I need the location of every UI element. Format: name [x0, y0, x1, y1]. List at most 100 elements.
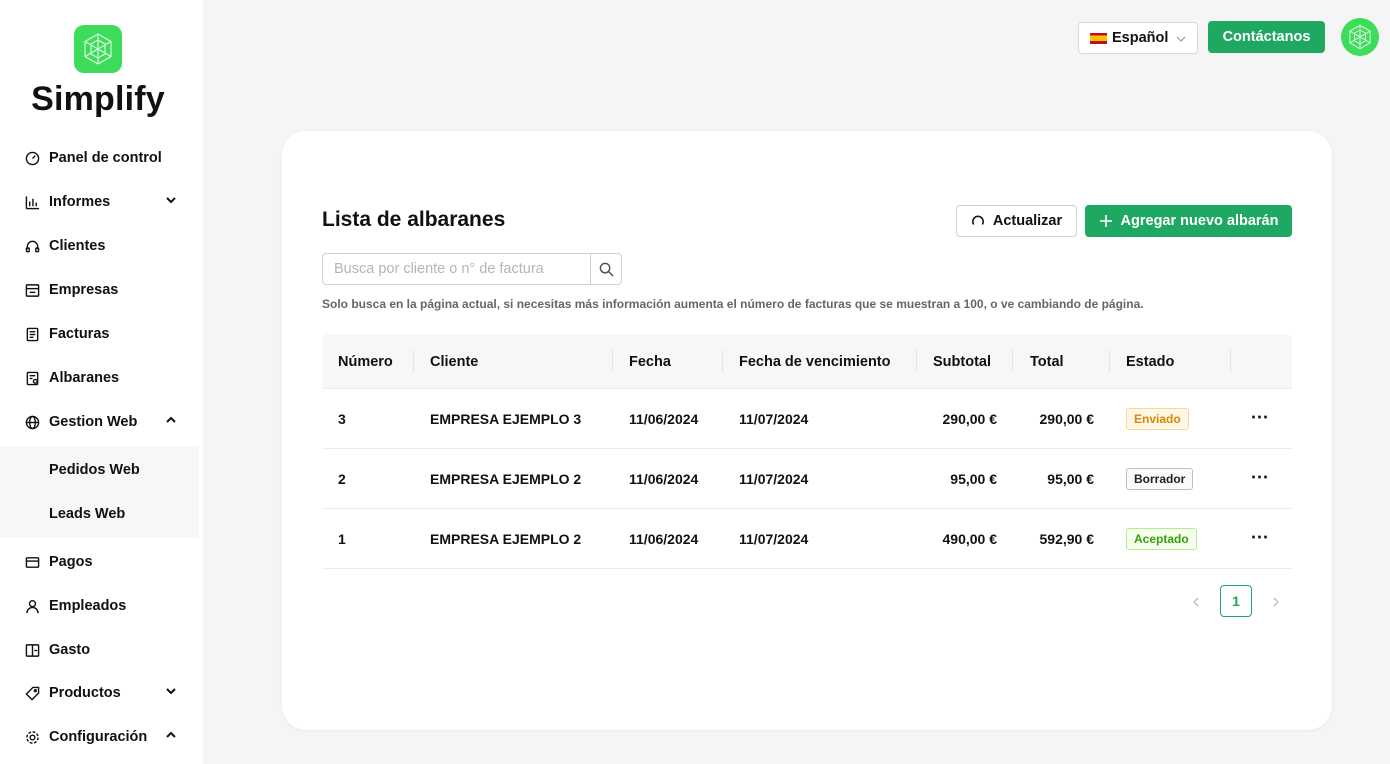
sidebar-item-panel-de-control[interactable]: Panel de control [0, 136, 199, 180]
gear-icon [24, 729, 40, 745]
add-delivery-note-button[interactable]: Agregar nuevo albarán [1085, 205, 1292, 237]
status-badge: Aceptado [1126, 528, 1197, 550]
search-button[interactable] [590, 253, 622, 285]
cell-total: 592,90 € [1039, 531, 1095, 547]
page-title: Lista de albaranes [322, 208, 506, 231]
sidebar-item-empresas[interactable]: Empresas [0, 268, 199, 312]
column-header-fecha[interactable]: Fecha [629, 334, 671, 389]
column-header-cliente[interactable]: Cliente [430, 334, 478, 389]
column-header-numero[interactable]: Número [338, 334, 393, 389]
bar-chart-icon [24, 194, 40, 210]
chevron-down-icon [166, 197, 176, 204]
add-label: Agregar nuevo albarán [1120, 213, 1279, 229]
globe-icon [24, 414, 40, 430]
sidebar-item-clientes[interactable]: Clientes [0, 224, 199, 268]
sidebar-item-label: Albaranes [49, 370, 120, 386]
column-separator [916, 350, 917, 372]
chevron-down-icon [166, 688, 176, 695]
sidebar-item-albaranes[interactable]: Albaranes [0, 356, 199, 400]
tag-icon [24, 685, 40, 701]
chevron-left-icon [1193, 597, 1199, 607]
column-separator [413, 350, 414, 372]
search-bar [322, 253, 622, 285]
sidebar-item-gasto[interactable]: Gasto [0, 628, 199, 672]
row-actions-button[interactable]: ⋯ [1250, 467, 1270, 487]
table-header: Número Cliente Fecha Fecha de vencimient… [322, 334, 1292, 389]
column-header-estado[interactable]: Estado [1126, 334, 1174, 389]
sidebar-item-label: Empresas [49, 282, 119, 298]
sidebar-item-leads-web[interactable]: Leads Web [0, 492, 199, 536]
sidebar-item-configuracion[interactable]: Configuración [0, 715, 199, 759]
plus-icon [1099, 214, 1113, 228]
sidebar-item-gestion-web[interactable]: Gestion Web [0, 400, 199, 444]
sidebar-item-label: Panel de control [49, 150, 162, 166]
cell-numero: 1 [338, 531, 346, 547]
app-logo [74, 25, 122, 73]
table-row[interactable]: 3 EMPRESA EJEMPLO 3 11/06/2024 11/07/202… [322, 389, 1292, 449]
column-header-total[interactable]: Total [1030, 334, 1064, 389]
user-icon [24, 598, 40, 614]
cell-total: 290,00 € [1039, 411, 1095, 427]
column-separator [612, 350, 613, 372]
column-separator [722, 350, 723, 372]
cell-subtotal: 490,00 € [942, 531, 998, 547]
column-separator [1109, 350, 1110, 372]
row-actions-button[interactable]: ⋯ [1250, 407, 1270, 427]
column-header-subtotal[interactable]: Subtotal [933, 334, 991, 389]
table-row[interactable]: 2 EMPRESA EJEMPLO 2 11/06/2024 11/07/202… [322, 449, 1292, 509]
cell-vencimiento: 11/07/2024 [739, 411, 809, 427]
sidebar-item-label: Pedidos Web [49, 462, 140, 478]
chevron-right-icon [1273, 597, 1279, 607]
sidebar-item-label: Pagos [49, 554, 93, 570]
main-card: Lista de albaranes Actualizar Agregar nu… [282, 131, 1332, 730]
cell-subtotal: 290,00 € [942, 411, 998, 427]
search-input[interactable] [322, 253, 591, 285]
chevron-down-icon [1176, 36, 1186, 42]
pagination-next-button[interactable] [1266, 592, 1286, 612]
cell-numero: 3 [338, 411, 346, 427]
sidebar-item-facturas[interactable]: Facturas [0, 312, 199, 356]
wallet-icon [24, 554, 40, 570]
refresh-button[interactable]: Actualizar [956, 205, 1077, 237]
cell-vencimiento: 11/07/2024 [739, 471, 809, 487]
sidebar-item-label: Productos [49, 685, 121, 701]
sidebar-item-label: Leads Web [49, 506, 126, 522]
sidebar-item-label: Clientes [49, 238, 106, 254]
search-hint: Solo busca en la página actual, si neces… [322, 297, 1144, 311]
spain-flag-icon [1090, 32, 1107, 44]
pagination-page[interactable]: 1 [1220, 585, 1252, 617]
cell-fecha: 11/06/2024 [629, 471, 699, 487]
sidebar-item-productos[interactable]: Productos [0, 671, 199, 715]
column-header-vencimiento[interactable]: Fecha de vencimiento [739, 334, 891, 389]
cell-total: 95,00 € [1047, 471, 1094, 487]
expense-icon [24, 642, 40, 658]
row-actions-button[interactable]: ⋯ [1250, 527, 1270, 547]
contact-button[interactable]: Contáctanos [1208, 21, 1325, 53]
column-separator [1012, 350, 1013, 372]
language-label: Español [1112, 30, 1169, 46]
table-row[interactable]: 1 EMPRESA EJEMPLO 2 11/06/2024 11/07/202… [322, 509, 1292, 569]
sidebar-item-label: Facturas [49, 326, 110, 342]
sidebar-item-pagos[interactable]: Pagos [0, 540, 199, 584]
headset-icon [24, 238, 40, 254]
dashboard-icon [24, 150, 40, 166]
cell-fecha: 11/06/2024 [629, 531, 699, 547]
shop-icon [24, 282, 40, 298]
cell-fecha: 11/06/2024 [629, 411, 699, 427]
cell-estado: Borrador [1126, 449, 1194, 509]
sidebar-item-informes[interactable]: Informes [0, 180, 199, 224]
cell-numero: 2 [338, 471, 346, 487]
avatar[interactable] [1341, 18, 1379, 56]
sidebar-item-label: Gasto [49, 642, 91, 658]
pagination-prev-button[interactable] [1186, 592, 1206, 612]
language-select[interactable]: Español [1078, 22, 1198, 54]
brand-name: Simplify [31, 80, 165, 118]
column-separator [1230, 350, 1231, 372]
delivery-notes-table: Número Cliente Fecha Fecha de vencimient… [322, 334, 1292, 569]
status-badge: Borrador [1126, 468, 1194, 490]
cell-cliente: EMPRESA EJEMPLO 2 [430, 471, 582, 487]
sidebar-item-pedidos-web[interactable]: Pedidos Web [0, 448, 199, 492]
refresh-label: Actualizar [992, 213, 1063, 229]
refresh-icon [971, 214, 985, 228]
sidebar-item-empleados[interactable]: Empleados [0, 584, 199, 628]
